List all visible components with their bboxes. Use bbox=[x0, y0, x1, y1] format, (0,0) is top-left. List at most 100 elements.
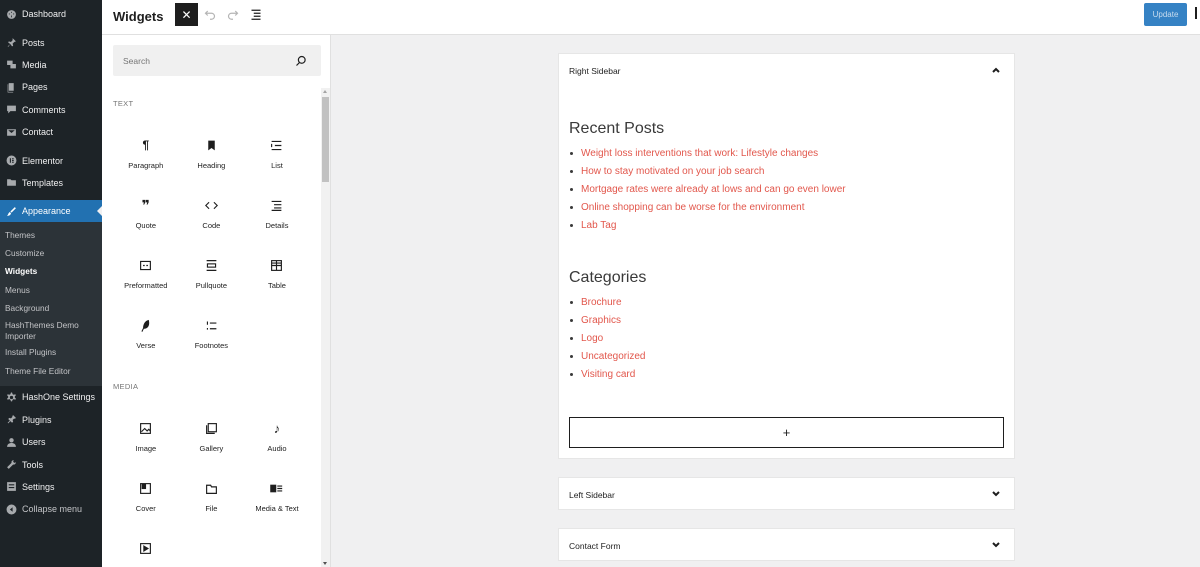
media-blocks-grid: Image Gallery ♪ Audio Cover File Media &… bbox=[113, 408, 310, 567]
menu-media[interactable]: Media bbox=[0, 54, 102, 76]
right-sidebar-header[interactable]: Right Sidebar bbox=[559, 54, 1014, 87]
list-view-button[interactable] bbox=[249, 7, 263, 21]
list-icon bbox=[270, 138, 284, 152]
pullquote-icon bbox=[204, 258, 218, 272]
menu-appearance[interactable]: Appearance bbox=[0, 200, 102, 223]
menu-collapse[interactable]: Collapse menu bbox=[0, 498, 102, 520]
menu-plugins[interactable]: Plugins bbox=[0, 409, 102, 431]
menu-pages[interactable]: Pages bbox=[0, 76, 102, 98]
inserter-scrollbar[interactable] bbox=[321, 88, 330, 567]
contact-form-header[interactable]: Contact Form bbox=[559, 529, 1014, 562]
menu-elementor[interactable]: Elementor bbox=[0, 149, 102, 171]
wrench-icon bbox=[5, 459, 17, 471]
submenu-themes[interactable]: Themes bbox=[0, 226, 102, 244]
menu-comments-label: Comments bbox=[22, 104, 66, 115]
redo-button[interactable] bbox=[226, 7, 240, 21]
submenu-customize[interactable]: Customize bbox=[0, 244, 102, 262]
block-details[interactable]: Details bbox=[244, 185, 310, 245]
block-label: Cover bbox=[135, 504, 156, 513]
chevron-down-icon bbox=[991, 540, 1001, 550]
menu-appearance-label: Appearance bbox=[22, 206, 71, 217]
post-link[interactable]: Lab Tag bbox=[581, 220, 616, 231]
block-cover[interactable]: Cover bbox=[113, 468, 179, 528]
details-icon bbox=[270, 198, 284, 212]
admin-sidebar: Dashboard Posts Media Pages Comments Con… bbox=[0, 0, 102, 567]
block-label: Pullquote bbox=[195, 281, 228, 290]
block-image[interactable]: Image bbox=[113, 408, 179, 468]
quote-icon: ❞ bbox=[141, 196, 150, 213]
submenu-install-plugins[interactable]: Install Plugins bbox=[0, 344, 102, 362]
left-sidebar-header[interactable]: Left Sidebar bbox=[559, 478, 1014, 511]
block-label: Image bbox=[135, 444, 157, 453]
list-item: Graphics bbox=[570, 312, 646, 330]
page-title: Widgets bbox=[113, 9, 164, 24]
add-block-button[interactable]: + bbox=[569, 417, 1004, 448]
menu-comments[interactable]: Comments bbox=[0, 99, 102, 121]
block-list[interactable]: List bbox=[244, 125, 310, 185]
plugin-icon bbox=[5, 414, 17, 426]
category-link[interactable]: Graphics bbox=[581, 315, 621, 326]
menu-contact[interactable]: Contact bbox=[0, 121, 102, 143]
mail-icon bbox=[5, 126, 17, 138]
block-paragraph[interactable]: ¶ Paragraph bbox=[113, 125, 179, 185]
post-link[interactable]: Weight loss interventions that work: Lif… bbox=[581, 148, 818, 159]
menu-settings[interactable]: Settings bbox=[0, 476, 102, 498]
category-link[interactable]: Uncategorized bbox=[581, 351, 645, 362]
settings-icon bbox=[5, 481, 17, 493]
category-link[interactable]: Logo bbox=[581, 333, 603, 344]
menu-plugins-label: Plugins bbox=[22, 414, 52, 425]
block-verse[interactable]: Verse bbox=[113, 305, 179, 365]
block-quote[interactable]: ❞ Quote bbox=[113, 185, 179, 245]
block-gallery[interactable]: Gallery bbox=[179, 408, 245, 468]
submenu-background[interactable]: Background bbox=[0, 299, 102, 317]
recent-posts-title: Recent Posts bbox=[569, 120, 665, 137]
undo-icon bbox=[204, 10, 216, 20]
submenu-menus[interactable]: Menus bbox=[0, 281, 102, 299]
post-link[interactable]: Online shopping can be worse for the env… bbox=[581, 202, 804, 213]
category-text-label: TEXT bbox=[113, 99, 134, 108]
block-label: File bbox=[205, 504, 218, 513]
menu-templates[interactable]: Templates bbox=[0, 172, 102, 194]
menu-dashboard[interactable]: Dashboard bbox=[0, 3, 102, 25]
block-search-input[interactable] bbox=[113, 45, 321, 76]
block-file[interactable]: File bbox=[179, 468, 245, 528]
undo-button[interactable] bbox=[203, 7, 217, 21]
update-button[interactable]: Update bbox=[1144, 3, 1187, 26]
block-audio[interactable]: ♪ Audio bbox=[244, 408, 310, 468]
scrollbar-thumb[interactable] bbox=[322, 97, 329, 182]
search-icon bbox=[295, 54, 307, 66]
scroll-up-icon[interactable] bbox=[323, 90, 327, 93]
block-table[interactable]: Table bbox=[244, 245, 310, 305]
preformatted-icon bbox=[139, 258, 153, 272]
category-link[interactable]: Brochure bbox=[581, 297, 622, 308]
settings-toggle-edge[interactable] bbox=[1195, 7, 1197, 19]
block-heading[interactable]: Heading bbox=[179, 125, 245, 185]
block-label: Code bbox=[202, 221, 221, 230]
post-link[interactable]: How to stay motivated on your job search bbox=[581, 166, 764, 177]
menu-pages-label: Pages bbox=[22, 82, 48, 93]
submenu-widgets[interactable]: Widgets bbox=[0, 263, 102, 281]
block-video[interactable] bbox=[113, 528, 179, 567]
block-media-text[interactable]: Media & Text bbox=[244, 468, 310, 528]
block-pullquote[interactable]: Pullquote bbox=[179, 245, 245, 305]
menu-users[interactable]: Users bbox=[0, 431, 102, 453]
category-link[interactable]: Visiting card bbox=[581, 369, 635, 380]
scroll-down-icon[interactable] bbox=[323, 562, 327, 565]
audio-icon: ♪ bbox=[273, 420, 281, 436]
block-label: Paragraph bbox=[128, 161, 164, 170]
heading-icon bbox=[204, 138, 218, 152]
block-footnotes[interactable]: Footnotes bbox=[179, 305, 245, 365]
menu-posts[interactable]: Posts bbox=[0, 31, 102, 53]
submenu-hashthemes-demo-importer[interactable]: HashThemes Demo Importer bbox=[0, 318, 102, 344]
left-sidebar-title: Left Sidebar bbox=[569, 489, 615, 500]
submenu-theme-file-editor[interactable]: Theme File Editor bbox=[0, 362, 102, 380]
block-label: Details bbox=[265, 221, 289, 230]
block-preformatted[interactable]: Preformatted bbox=[113, 245, 179, 305]
close-inserter-button[interactable]: ✕ bbox=[175, 3, 198, 26]
menu-hashone-settings[interactable]: HashOne Settings bbox=[0, 386, 102, 408]
recent-posts-widget: Recent Posts Weight loss interventions t… bbox=[559, 120, 846, 234]
paragraph-icon: ¶ bbox=[142, 138, 150, 152]
menu-tools[interactable]: Tools bbox=[0, 453, 102, 475]
post-link[interactable]: Mortgage rates were already at lows and … bbox=[581, 184, 846, 195]
block-code[interactable]: Code bbox=[179, 185, 245, 245]
